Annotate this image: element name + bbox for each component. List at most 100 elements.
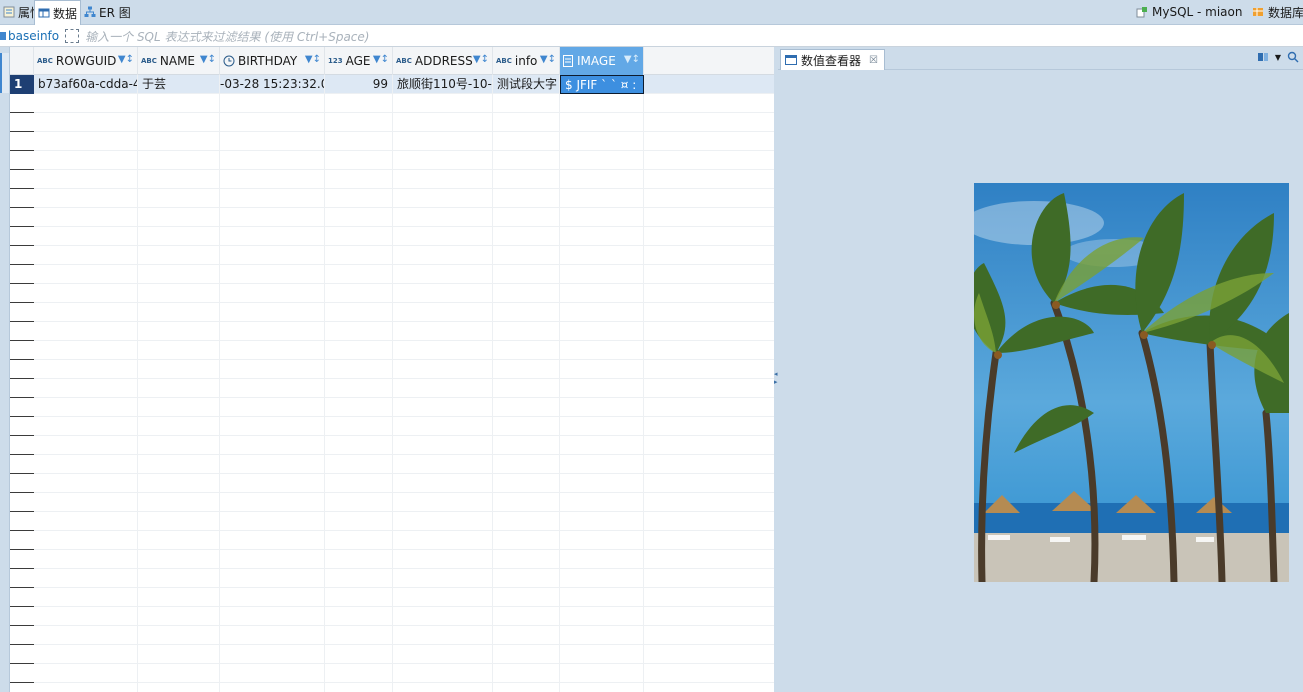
table-row[interactable]: b73af60a-cdda-4 于芸 -03-28 15:23:32.0 99 … xyxy=(34,75,774,94)
empty-row-number xyxy=(10,265,34,284)
column-separator xyxy=(392,208,393,227)
empty-row-number xyxy=(10,683,34,692)
empty-row-number xyxy=(10,569,34,588)
empty-row-number xyxy=(10,360,34,379)
column-separator xyxy=(324,493,325,512)
column-separator xyxy=(324,645,325,664)
splitter-arrows-icon[interactable]: ◂ ▸ xyxy=(774,370,778,386)
column-separator xyxy=(643,151,644,170)
cell-name[interactable]: 于芸 xyxy=(138,75,220,94)
tab-record-view[interactable] xyxy=(0,647,9,687)
column-filter-icon[interactable]: ▼↕ xyxy=(540,54,556,65)
column-separator xyxy=(219,265,220,284)
column-separator xyxy=(137,227,138,246)
expand-filter-icon[interactable] xyxy=(65,29,80,43)
column-separator xyxy=(219,417,220,436)
column-filter-icon[interactable]: ▼↕ xyxy=(305,54,321,65)
content-viewer-icon[interactable] xyxy=(1257,51,1269,63)
close-icon[interactable]: ☒ xyxy=(869,55,878,66)
column-header-age[interactable]: 123 AGE ▼↕ xyxy=(325,47,393,75)
column-header-info[interactable]: ABC info ▼↕ xyxy=(493,47,560,75)
tab-er-diagram[interactable]: ER 图 xyxy=(81,0,134,24)
column-separator xyxy=(643,493,644,512)
tab-grid-view[interactable] xyxy=(0,53,9,93)
cell-age[interactable]: 99 xyxy=(325,75,393,94)
empty-row xyxy=(34,341,774,360)
empty-row-number xyxy=(10,436,34,455)
column-filter-icon[interactable]: ▼↕ xyxy=(118,54,134,65)
column-separator xyxy=(137,113,138,132)
column-separator xyxy=(492,607,493,626)
empty-row xyxy=(34,569,774,588)
column-separator xyxy=(643,417,644,436)
column-separator xyxy=(559,265,560,284)
column-separator xyxy=(219,398,220,417)
er-diagram-icon xyxy=(84,6,96,17)
zoom-icon[interactable] xyxy=(1287,51,1299,63)
column-separator xyxy=(559,227,560,246)
dropdown-arrow-icon[interactable]: ▼ xyxy=(1275,53,1281,62)
column-name: AGE xyxy=(345,54,371,68)
empty-row xyxy=(34,398,774,417)
tab-value-viewer[interactable]: 数值查看器 ☒ xyxy=(780,49,885,70)
database-selector[interactable]: 数据库 xyxy=(1252,0,1303,24)
column-header-birthday[interactable]: BIRTHDAY ▼↕ xyxy=(220,47,325,75)
column-separator xyxy=(392,132,393,151)
empty-row xyxy=(34,550,774,569)
column-separator xyxy=(643,512,644,531)
cell-info[interactable]: 测试段大字 xyxy=(493,75,560,94)
empty-row-number xyxy=(10,113,34,132)
column-header-image[interactable]: IMAGE ▼↕ xyxy=(560,47,644,75)
row-number[interactable]: 1 xyxy=(10,75,34,94)
column-separator xyxy=(643,360,644,379)
column-separator xyxy=(137,303,138,322)
column-header-rowguid[interactable]: ABC ROWGUID ▼↕ xyxy=(34,47,138,75)
grid-header: ABC ROWGUID ▼↕ ABC NAME ▼↕ BIRTHDAY ▼↕ 1… xyxy=(10,47,774,75)
number-type-icon: 123 xyxy=(328,57,343,65)
cell-rowguid[interactable]: b73af60a-cdda-4 xyxy=(34,75,138,94)
row-number-header[interactable] xyxy=(10,47,34,75)
cell-address[interactable]: 旅顺街110号-10- xyxy=(393,75,493,94)
filter-input[interactable]: 输入一个 SQL 表达式来过滤结果 (使用 Ctrl+Space) xyxy=(85,28,369,45)
column-separator xyxy=(137,379,138,398)
column-separator xyxy=(559,360,560,379)
column-separator xyxy=(643,474,644,493)
column-separator xyxy=(559,569,560,588)
column-separator xyxy=(137,455,138,474)
properties-icon xyxy=(3,6,15,18)
cell-birthday[interactable]: -03-28 15:23:32.0 xyxy=(220,75,325,94)
empty-row xyxy=(34,322,774,341)
column-filter-icon[interactable]: ▼↕ xyxy=(624,54,640,65)
text-type-icon: ABC xyxy=(37,57,53,65)
column-filter-icon[interactable]: ▼↕ xyxy=(200,54,216,65)
column-header-address[interactable]: ABC ADDRESS ▼↕ xyxy=(393,47,493,75)
column-separator xyxy=(643,341,644,360)
column-filter-icon[interactable]: ▼↕ xyxy=(373,54,389,65)
column-separator xyxy=(492,626,493,645)
column-separator xyxy=(219,113,220,132)
column-separator xyxy=(392,265,393,284)
column-separator xyxy=(559,626,560,645)
column-separator xyxy=(137,246,138,265)
filter-bar: baseinfo 输入一个 SQL 表达式来过滤结果 (使用 Ctrl+Spac… xyxy=(0,26,1303,47)
column-filter-icon[interactable]: ▼↕ xyxy=(473,54,489,65)
column-separator xyxy=(392,493,393,512)
empty-row-number xyxy=(10,94,34,113)
empty-row-number xyxy=(10,189,34,208)
connection-selector[interactable]: MySQL - miaon xyxy=(1136,0,1243,24)
column-separator xyxy=(324,208,325,227)
cell-image[interactable]: $ JFIF ` ` ¤ : xyxy=(560,75,644,94)
column-separator xyxy=(219,379,220,398)
column-separator xyxy=(492,189,493,208)
table-name: baseinfo xyxy=(8,29,60,43)
tab-text-view[interactable] xyxy=(0,107,9,147)
column-separator xyxy=(643,189,644,208)
column-header-name[interactable]: ABC NAME ▼↕ xyxy=(138,47,220,75)
empty-row xyxy=(34,360,774,379)
empty-row xyxy=(34,379,774,398)
column-separator xyxy=(392,645,393,664)
empty-row-number xyxy=(10,227,34,246)
column-separator xyxy=(492,455,493,474)
empty-row-number xyxy=(10,512,34,531)
tab-data[interactable]: 数据 xyxy=(34,0,82,25)
